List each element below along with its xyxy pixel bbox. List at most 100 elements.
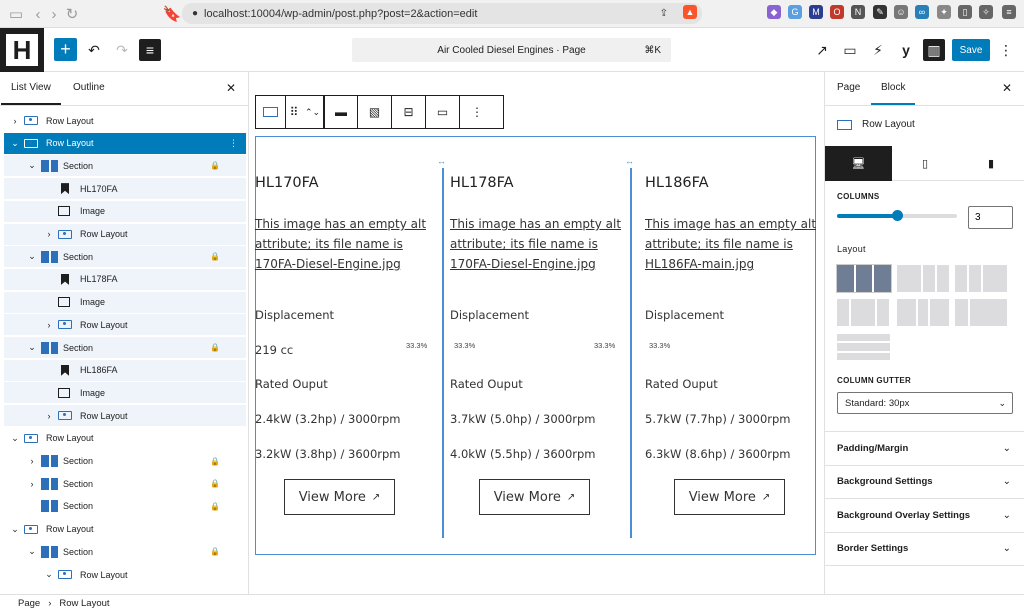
tree-item-image[interactable]: Image bbox=[4, 382, 246, 404]
breadcrumb-page[interactable]: Page bbox=[18, 598, 40, 609]
extension-icon-6[interactable]: ✎ bbox=[873, 5, 887, 19]
more-options-icon[interactable]: ⋮ bbox=[460, 96, 494, 128]
tree-item-section[interactable]: ⌄ Section 🔒 bbox=[4, 337, 246, 358]
column-divider-2[interactable] bbox=[630, 168, 632, 538]
tree-item-row[interactable]: ⌄ Row Layout bbox=[4, 428, 246, 449]
item-options-icon[interactable]: ⋮ bbox=[229, 138, 238, 149]
site-info-icon[interactable]: ● bbox=[192, 8, 198, 19]
tab-list-view[interactable]: List View bbox=[1, 82, 61, 105]
layout-option-right-wide[interactable] bbox=[955, 265, 1007, 292]
settings-section-background-overlay-settings[interactable]: Background Overlay Settings ⌄ bbox=[825, 498, 1024, 531]
tree-item-row[interactable]: › Row Layout bbox=[4, 314, 246, 336]
columns-number-input[interactable] bbox=[968, 206, 1013, 229]
vertical-align-icon[interactable]: ⊟ bbox=[392, 96, 426, 128]
tab-block[interactable]: Block bbox=[870, 82, 917, 105]
tree-item-row[interactable]: ⌄ Row Layout ⋮ bbox=[4, 132, 246, 154]
layout-option-left-wide[interactable] bbox=[897, 265, 949, 292]
document-overview-button[interactable]: ≡ bbox=[139, 39, 161, 61]
extension-icon-2[interactable]: G bbox=[788, 5, 802, 19]
lock-icon[interactable]: 🔒 bbox=[210, 547, 220, 556]
columns-slider-thumb[interactable] bbox=[892, 210, 903, 221]
drag-handle-icon[interactable]: ⠿ bbox=[286, 96, 302, 128]
chevron-right-icon[interactable]: › bbox=[27, 479, 37, 489]
tab-page[interactable]: Page bbox=[837, 82, 860, 93]
plugin-icon[interactable]: ⚡ bbox=[867, 39, 889, 61]
tree-item-section[interactable]: ⌄ Section 🔒 bbox=[4, 246, 246, 268]
chevron-down-icon[interactable]: ⌄ bbox=[27, 546, 37, 557]
lock-icon[interactable]: 🔒 bbox=[210, 343, 220, 352]
move-updown-icon[interactable]: ⌃⌄ bbox=[302, 96, 324, 128]
lock-icon[interactable]: 🔒 bbox=[210, 457, 220, 466]
reload-icon[interactable]: ↻ bbox=[62, 4, 82, 24]
extension-icon-7[interactable]: ☺ bbox=[894, 5, 908, 19]
extension-icon-1[interactable]: ◆ bbox=[767, 5, 781, 19]
settings-section-border-settings[interactable]: Border Settings ⌄ bbox=[825, 531, 1024, 565]
brave-shield-icon[interactable]: ▲ bbox=[683, 5, 697, 19]
close-settings-icon[interactable]: ✕ bbox=[1002, 81, 1012, 95]
chevron-right-icon[interactable]: › bbox=[27, 456, 37, 466]
tree-item-row[interactable]: › Row Layout bbox=[4, 405, 246, 427]
redo-icon[interactable]: ↷ bbox=[111, 39, 133, 61]
chevron-down-icon[interactable]: ⌄ bbox=[27, 251, 37, 262]
close-icon[interactable]: ✕ bbox=[226, 81, 236, 95]
sidebar-icon[interactable]: ▯ bbox=[958, 5, 972, 19]
ai-icon[interactable]: ✧ bbox=[979, 5, 993, 19]
layout-option-equal[interactable] bbox=[836, 264, 892, 293]
lock-icon[interactable]: 🔒 bbox=[210, 252, 220, 261]
share-icon[interactable]: ⇪ bbox=[660, 8, 668, 19]
menu-icon[interactable]: ≡ bbox=[1002, 5, 1016, 19]
undo-icon[interactable]: ↶ bbox=[83, 39, 105, 61]
tree-item-row[interactable]: ⌄ Row Layout bbox=[4, 519, 246, 540]
command-palette-button[interactable]: Air Cooled Diesel Engines · Page ⌘K bbox=[352, 38, 671, 62]
resize-handle-1-icon[interactable]: ↔ bbox=[437, 156, 446, 166]
bookmark-icon[interactable]: 🔖 bbox=[162, 4, 182, 24]
settings-section-background-settings[interactable]: Background Settings ⌄ bbox=[825, 464, 1024, 498]
chevron-down-icon[interactable]: ⌄ bbox=[44, 569, 54, 580]
chevron-down-icon[interactable]: ⌄ bbox=[10, 433, 20, 444]
tree-item-bookmark[interactable]: HL170FA bbox=[4, 178, 246, 200]
layout-option-center-narrow[interactable] bbox=[897, 299, 949, 326]
lock-icon[interactable]: 🔒 bbox=[210, 479, 220, 488]
tree-item-image[interactable]: Image bbox=[4, 291, 246, 313]
lock-icon[interactable]: 🔒 bbox=[210, 161, 220, 170]
chevron-right-icon[interactable]: › bbox=[10, 116, 20, 126]
tree-item-section[interactable]: Section 🔒 bbox=[4, 496, 246, 517]
extension-icon-5[interactable]: N bbox=[851, 5, 865, 19]
view-page-icon[interactable]: ↗ bbox=[811, 39, 833, 61]
tree-item-section[interactable]: › Section 🔒 bbox=[4, 473, 246, 494]
layout-option-split[interactable] bbox=[955, 299, 1007, 326]
layout-option-center-wide[interactable] bbox=[837, 299, 889, 326]
tree-item-row[interactable]: ⌄ Row Layout bbox=[4, 564, 246, 585]
tree-item-row[interactable]: › Row Layout bbox=[4, 223, 246, 245]
breadcrumb-row-layout[interactable]: Row Layout bbox=[59, 598, 109, 609]
tree-item-section[interactable]: › Section 🔒 bbox=[4, 451, 246, 472]
options-icon[interactable]: ⋮ bbox=[995, 39, 1017, 61]
chevron-right-icon[interactable]: › bbox=[44, 320, 54, 330]
extensions-icon[interactable]: ✦ bbox=[937, 5, 951, 19]
extension-icon-3[interactable]: M bbox=[809, 5, 823, 19]
tablet-device-tab[interactable]: ▯ bbox=[892, 146, 958, 181]
extension-icon-4[interactable]: O bbox=[830, 5, 844, 19]
tab-outline[interactable]: Outline bbox=[73, 82, 105, 93]
chevron-down-icon[interactable]: ⌄ bbox=[27, 342, 37, 353]
address-bar[interactable]: ● localhost:10004/wp-admin/post.php?post… bbox=[182, 3, 702, 24]
view-more-button[interactable]: View More ↗ bbox=[479, 479, 590, 515]
full-width-icon[interactable]: ▭ bbox=[426, 96, 460, 128]
desktop-device-tab[interactable]: 🖥 bbox=[825, 146, 892, 181]
view-more-button[interactable]: View More ↗ bbox=[284, 479, 395, 515]
yoast-icon[interactable]: y bbox=[895, 39, 917, 61]
tree-item-row[interactable]: › Row Layout bbox=[4, 110, 246, 131]
mobile-device-tab[interactable]: ▮ bbox=[958, 146, 1024, 181]
lock-icon[interactable]: 🔒 bbox=[210, 502, 220, 511]
site-logo-button[interactable]: H bbox=[0, 28, 44, 72]
save-button[interactable]: Save bbox=[952, 39, 990, 61]
settings-section-padding-margin[interactable]: Padding/Margin ⌄ bbox=[825, 431, 1024, 464]
layout-option-rows[interactable] bbox=[837, 334, 890, 360]
preview-icon[interactable]: ▭ bbox=[839, 39, 861, 61]
desktop-view-icon[interactable]: ▬ bbox=[324, 96, 358, 128]
settings-panel-icon[interactable]: ▥ bbox=[923, 39, 945, 61]
tree-item-bookmark[interactable]: HL178FA bbox=[4, 268, 246, 290]
chevron-down-icon[interactable]: ⌄ bbox=[27, 160, 37, 171]
image-icon[interactable]: ▧ bbox=[358, 96, 392, 128]
view-more-button[interactable]: View More ↗ bbox=[674, 479, 785, 515]
